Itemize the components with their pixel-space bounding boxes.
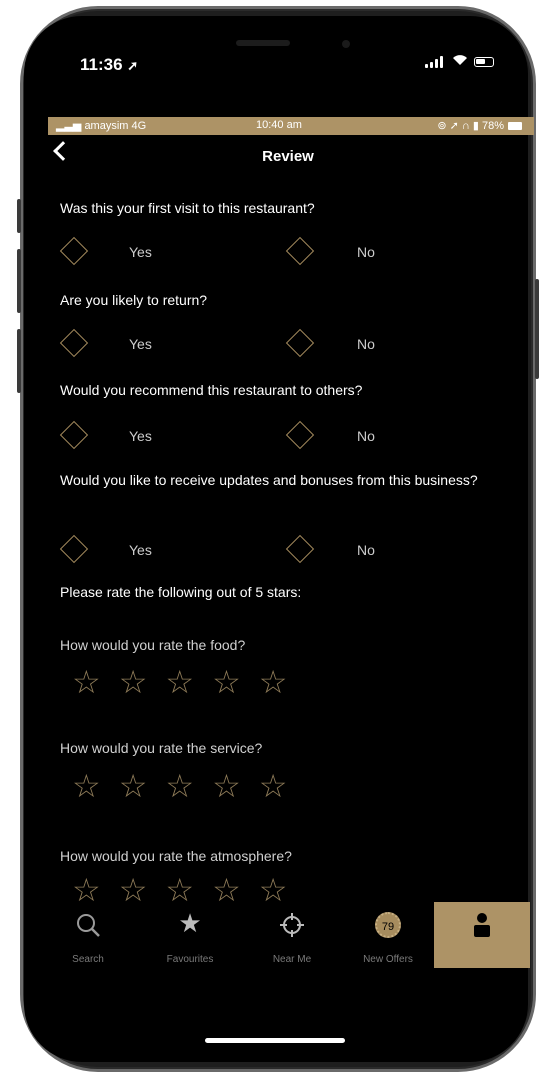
- star-rating-atmosphere: ☆ ☆ ☆ ☆ ☆: [72, 874, 287, 902]
- battery-percent: ⊚ ➚ ∩ ▮ 78%: [437, 120, 504, 132]
- battery-icon: [474, 57, 494, 67]
- page-title: Review: [262, 148, 314, 165]
- rating-atmosphere-label: How would you rate the atmosphere?: [60, 848, 292, 864]
- rating-service-label: How would you rate the service?: [60, 740, 263, 756]
- mute-switch: [17, 199, 21, 233]
- star-icon[interactable]: ☆: [212, 874, 241, 902]
- star-rating-service: ☆ ☆ ☆ ☆ ☆: [72, 770, 287, 802]
- rating-heading: Please rate the following out of 5 stars…: [60, 584, 302, 600]
- tab-label: Search: [72, 954, 104, 965]
- crosshair-icon: [279, 912, 305, 943]
- radio-no-diamond[interactable]: [285, 420, 315, 450]
- radio-yes-diamond[interactable]: [59, 328, 89, 358]
- option-yes-label[interactable]: Yes: [129, 336, 152, 352]
- inner-status-bar: ▂▃▅ amaysim 4G 10:40 am ⊚ ➚ ∩ ▮ 78%: [48, 117, 534, 135]
- star-icon[interactable]: ☆: [72, 874, 101, 902]
- tab-new-offers[interactable]: 79 New Offers: [344, 902, 432, 968]
- volume-down-button: [17, 329, 21, 393]
- radio-yes-diamond[interactable]: [59, 420, 89, 450]
- star-icon[interactable]: ☆: [72, 666, 101, 698]
- answer-row-updates: Yes No: [56, 534, 496, 568]
- star-icon[interactable]: ☆: [165, 770, 194, 802]
- signal-bars-icon: ▂▃▅: [56, 120, 85, 132]
- star-icon[interactable]: ☆: [119, 666, 148, 698]
- radio-yes-diamond[interactable]: [59, 534, 89, 564]
- carrier-label: ▂▃▅ amaysim 4G: [56, 120, 147, 132]
- star-icon[interactable]: ☆: [259, 770, 288, 802]
- tab-label: Near Me: [272, 954, 312, 965]
- status-icons: ⊚ ➚ ∩ ▮: [437, 120, 482, 132]
- front-camera: [342, 40, 350, 48]
- option-no-label[interactable]: No: [357, 244, 375, 260]
- inner-time: 10:40 am: [256, 119, 302, 131]
- ios-time: 11:36 ➚: [80, 55, 139, 74]
- star-icon[interactable]: ☆: [259, 874, 288, 902]
- option-no-label[interactable]: No: [357, 428, 375, 444]
- star-icon[interactable]: ☆: [212, 770, 241, 802]
- star-rating-food: ☆ ☆ ☆ ☆ ☆: [72, 666, 287, 698]
- star-icon[interactable]: ☆: [165, 666, 194, 698]
- person-icon: [471, 912, 493, 943]
- rating-food-label: How would you rate the food?: [60, 637, 246, 653]
- radio-no-diamond[interactable]: [285, 328, 315, 358]
- option-no-label[interactable]: No: [357, 336, 375, 352]
- offers-badge-icon: 79: [375, 912, 401, 938]
- question-updates: Would you like to receive updates and bo…: [60, 472, 478, 488]
- option-yes-label[interactable]: Yes: [129, 542, 152, 558]
- tab-bar: Search ★ Favourites Near Me 79 New Offer…: [40, 902, 530, 968]
- answer-row-first-visit: Yes No: [56, 236, 496, 270]
- power-button: [535, 279, 539, 379]
- location-arrow-icon: ➚: [127, 58, 139, 73]
- tab-account[interactable]: [434, 902, 530, 968]
- tab-near-me[interactable]: Near Me: [248, 902, 336, 968]
- speaker: [236, 40, 290, 46]
- star-icon: ★: [178, 908, 202, 938]
- cellular-signal-icon: [425, 56, 443, 68]
- star-icon[interactable]: ☆: [259, 666, 288, 698]
- volume-up-button: [17, 249, 21, 313]
- tab-search[interactable]: Search: [48, 902, 128, 968]
- star-icon[interactable]: ☆: [165, 874, 194, 902]
- tab-favourites[interactable]: ★ Favourites: [144, 902, 236, 968]
- question-recommend: Would you recommend this restaurant to o…: [60, 382, 363, 398]
- wifi-icon: [452, 53, 468, 70]
- radio-no-diamond[interactable]: [285, 236, 315, 266]
- star-icon[interactable]: ☆: [212, 666, 241, 698]
- tab-label: Favourites: [166, 954, 214, 965]
- star-icon[interactable]: ☆: [119, 874, 148, 902]
- option-yes-label[interactable]: Yes: [129, 244, 152, 260]
- answer-row-likely-return: Yes No: [56, 328, 496, 362]
- star-icon[interactable]: ☆: [72, 770, 101, 802]
- inner-battery-icon: [508, 122, 522, 130]
- star-icon[interactable]: ☆: [119, 770, 148, 802]
- radio-no-diamond[interactable]: [285, 534, 315, 564]
- question-first-visit: Was this your first visit to this restau…: [60, 200, 315, 216]
- search-icon: [75, 912, 101, 943]
- option-no-label[interactable]: No: [357, 542, 375, 558]
- option-yes-label[interactable]: Yes: [129, 428, 152, 444]
- home-indicator[interactable]: [205, 1038, 345, 1043]
- tab-label: New Offers: [363, 954, 413, 965]
- question-likely-return: Are you likely to return?: [60, 292, 208, 308]
- radio-yes-diamond[interactable]: [59, 236, 89, 266]
- answer-row-recommend: Yes No: [56, 420, 496, 454]
